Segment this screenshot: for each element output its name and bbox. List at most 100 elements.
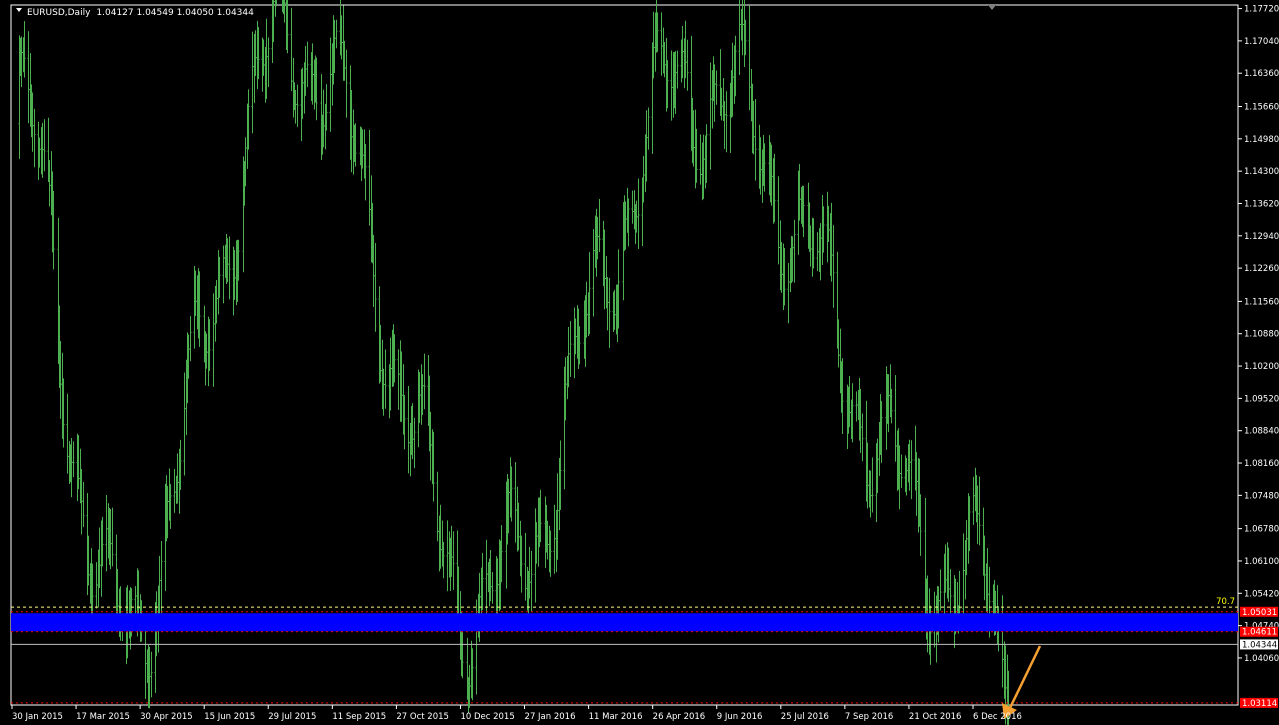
ohlc-bar[interactable] — [183, 372, 186, 476]
ohlc-bar[interactable] — [306, 41, 309, 88]
ohlc-bar[interactable] — [436, 471, 439, 542]
y-tick-label: 1.09520 — [1244, 394, 1279, 404]
ohlc-bar[interactable] — [569, 321, 572, 377]
ohlc-bar[interactable] — [524, 532, 527, 601]
x-tick-label: 21 Oct 2016 — [909, 712, 962, 722]
ohlc-bar[interactable] — [660, 12, 663, 76]
ohlc-bar[interactable] — [407, 386, 410, 474]
ohlc-bar[interactable] — [725, 91, 728, 153]
ohlc-bar[interactable] — [793, 219, 796, 283]
ohlc-bar[interactable] — [832, 225, 835, 308]
ohlc-bar[interactable] — [384, 349, 387, 409]
y-tick-label: 1.16360 — [1244, 69, 1279, 79]
ohlc-bar[interactable] — [592, 229, 595, 317]
y-tick-label: 1.17040 — [1244, 37, 1279, 47]
ohlc-bar[interactable] — [514, 462, 517, 543]
ohlc-bar[interactable] — [855, 391, 858, 422]
ohlc-bar[interactable] — [296, 84, 299, 127]
ohlc-bar[interactable] — [754, 99, 757, 181]
ohlc-bar[interactable] — [397, 349, 400, 410]
y-tick-label: 1.14980 — [1244, 135, 1279, 145]
chart-overlays: 61.870.7 — [11, 597, 1238, 719]
ohlc-bar[interactable] — [949, 569, 952, 617]
ohlc-bar[interactable] — [290, 7, 293, 92]
ohlc-bar[interactable] — [816, 232, 819, 271]
y-tick-label: 1.11560 — [1244, 297, 1279, 307]
ohlc-bar[interactable] — [709, 62, 712, 170]
price-axis: 1.17720 1.17040 1.16360 1.15660 1.14980 1.143… — [1238, 5, 1279, 709]
ohlc-bar[interactable] — [699, 134, 702, 185]
ohlc-bar[interactable] — [374, 243, 377, 332]
x-tick-label: 30 Apr 2015 — [140, 712, 193, 722]
support-zone[interactable] — [11, 613, 1238, 632]
ohlc-bar[interactable] — [738, 0, 741, 76]
x-tick-label: 29 Jul 2015 — [268, 712, 316, 722]
ohlc-bar[interactable] — [777, 176, 780, 265]
ohlc-bar[interactable] — [413, 417, 416, 469]
ohlc-bar[interactable] — [647, 107, 650, 150]
ohlc-bar[interactable] — [335, 19, 338, 49]
ohlc-bar[interactable] — [608, 277, 611, 349]
ohlc-bar[interactable] — [939, 569, 942, 611]
x-tick-label: 9 Jun 2016 — [717, 712, 763, 722]
ohlc-bar[interactable] — [910, 440, 913, 500]
ohlc-bar[interactable] — [267, 37, 270, 88]
y-tick-label: 1.04060 — [1244, 654, 1279, 664]
ohlc-bar[interactable] — [368, 129, 371, 226]
y-tick-label: 1.10880 — [1244, 330, 1279, 340]
x-tick-label: 26 Apr 2016 — [653, 712, 706, 722]
chart-shift-marker-icon[interactable] — [988, 5, 996, 10]
ohlc-bar[interactable] — [105, 494, 108, 572]
ohlc-bar[interactable] — [637, 178, 640, 250]
x-tick-label: 15 Jun 2015 — [204, 712, 255, 722]
ohlc-bar[interactable] — [160, 541, 163, 615]
ohlc-bar[interactable] — [1001, 595, 1004, 688]
ohlc-bar[interactable] — [43, 119, 46, 172]
ohlc-bar[interactable] — [95, 562, 98, 609]
ohlc-bar[interactable] — [631, 190, 634, 224]
ohlc-bar[interactable] — [212, 293, 215, 387]
ohlc-bar[interactable] — [686, 39, 689, 91]
ohlc-bar[interactable] — [27, 31, 30, 124]
ohlc-bar[interactable] — [485, 539, 488, 615]
ohlc-bar[interactable] — [345, 49, 348, 118]
ohlc-bar[interactable] — [748, 5, 751, 111]
ohlc-bar[interactable] — [715, 70, 718, 105]
ohlc-bar[interactable] — [787, 263, 790, 324]
ohlc-bar[interactable] — [222, 245, 225, 304]
y-tick-label: 1.17720 — [1244, 5, 1279, 15]
ohlc-bar[interactable] — [446, 520, 449, 592]
ohlc-bar[interactable] — [66, 393, 69, 474]
ohlc-bar[interactable] — [676, 50, 679, 89]
ohlc-bar[interactable] — [894, 375, 897, 462]
ohlc-bar[interactable] — [72, 441, 75, 478]
ohlc-bar[interactable] — [861, 413, 864, 462]
ohlc-bar[interactable] — [452, 531, 455, 590]
ohlc-bar[interactable] — [530, 550, 533, 612]
ohlc-bar[interactable] — [972, 476, 975, 525]
ohlc-bar[interactable] — [871, 457, 874, 513]
x-tick-label: 25 Jul 2016 — [781, 712, 829, 722]
y-tick-label: 1.12940 — [1244, 232, 1279, 242]
ohlc-bar[interactable] — [598, 199, 601, 252]
ohlc-bar[interactable] — [82, 481, 85, 527]
ohlc-bar[interactable] — [33, 108, 36, 168]
chart-header: EURUSD,Daily 1.04127 1.04549 1.04050 1.04… — [27, 8, 254, 18]
triangle-down-icon[interactable] — [16, 8, 22, 12]
ohlc-bar[interactable] — [670, 50, 673, 121]
fib-level-label: 70.7 — [1216, 597, 1235, 607]
y-tick-label: 1.14300 — [1244, 167, 1279, 177]
ohlc-bar[interactable] — [491, 571, 494, 604]
ohlc-bar[interactable] — [329, 37, 332, 132]
ohlc-bar[interactable] — [900, 454, 903, 488]
ohlc-bar[interactable] — [553, 504, 556, 574]
price-chart[interactable]: EURUSD,Daily 1.04127 1.04549 1.04050 1.04… — [0, 0, 1279, 725]
ohlc-bar[interactable] — [228, 236, 231, 300]
ohlc-bar[interactable] — [173, 468, 176, 513]
ohlc-bar[interactable] — [150, 651, 153, 698]
ohlc-bar[interactable] — [111, 507, 114, 567]
ohlc-bar[interactable] — [978, 476, 981, 546]
ohlc-bar[interactable] — [423, 353, 426, 410]
ohlc-bar[interactable] — [189, 316, 192, 362]
ohlc-bar[interactable] — [251, 31, 254, 134]
